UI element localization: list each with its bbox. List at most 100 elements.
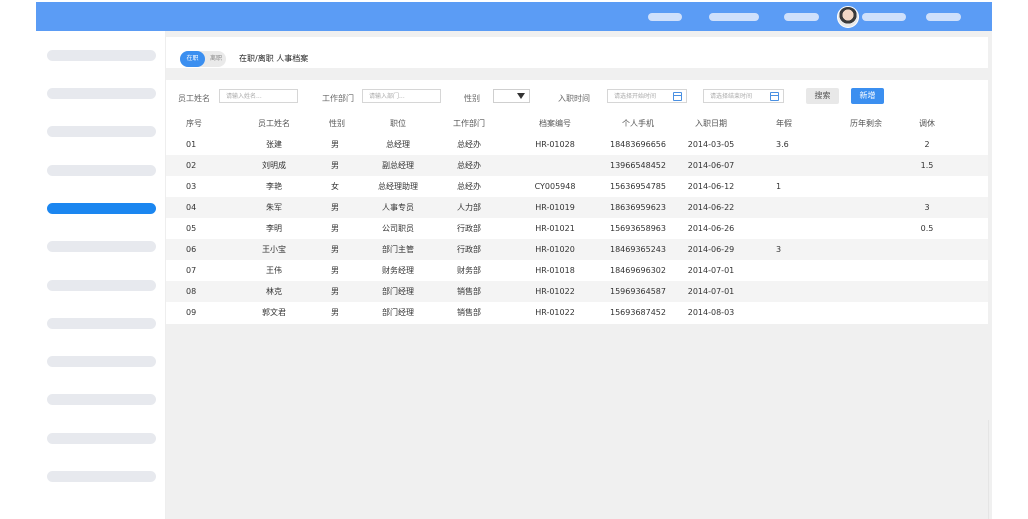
sidebar-item[interactable] <box>47 88 156 99</box>
table-row[interactable]: 03 李艳 女 总经理助理 总经办 CY005948 15636954785 2014-06-… <box>166 176 988 197</box>
table-row[interactable]: 02 刘明成 男 副总经理 总经办 13966548452 2014-06-07 1.5 <box>166 155 988 176</box>
table-cell: HR-01022 <box>535 308 575 317</box>
filter-bar: 员工姓名 请输入姓名... 工作部门 请输入部门... 性别 入职时间 请选择开… <box>166 80 988 114</box>
nav-placeholder-2[interactable] <box>709 13 759 21</box>
table-cell: 15636954785 <box>610 182 666 191</box>
table-cell: CY005948 <box>534 182 576 191</box>
table-cell: 人事专员 <box>382 203 414 212</box>
column-header[interactable]: 序号 <box>186 114 202 134</box>
toggle-off-label[interactable]: 离职 <box>207 51 225 67</box>
table-cell: 1.5 <box>920 161 934 170</box>
calendar-icon[interactable] <box>770 92 779 101</box>
table-cell: 18469365243 <box>610 245 666 254</box>
end-date-input[interactable]: 请选择结束时间 <box>703 89 784 103</box>
table-cell: 男 <box>331 266 339 275</box>
sidebar-item[interactable] <box>47 126 156 137</box>
table-cell: 男 <box>331 224 339 233</box>
column-header[interactable]: 年假 <box>776 114 792 134</box>
toggle-on-label[interactable]: 在职 <box>180 51 205 67</box>
top-bar <box>36 2 992 31</box>
table-cell: 2014-06-29 <box>687 245 735 254</box>
user-name-placeholder[interactable] <box>862 13 906 21</box>
column-header[interactable]: 职位 <box>373 114 423 134</box>
column-header[interactable]: 员工姓名 <box>254 114 294 134</box>
table-row[interactable]: 07 王伟 男 财务经理 财务部 HR-01018 18469696302 2014-07-0… <box>166 260 988 281</box>
table-cell: 张建 <box>266 140 282 149</box>
table-cell: 18636959623 <box>610 203 666 212</box>
dept-input[interactable]: 请输入部门... <box>362 89 441 103</box>
column-header[interactable]: 历年剩余 <box>841 114 891 134</box>
main-area: 在职 离职 在职/离职 人事档案 员工姓名 请输入姓名... 工作部门 请输入部… <box>166 31 992 519</box>
table-cell: 郭文君 <box>262 308 286 317</box>
sidebar-item[interactable] <box>47 165 156 176</box>
table-cell: 18469696302 <box>610 266 666 275</box>
table-cell: 总经理助理 <box>378 182 418 191</box>
add-button[interactable]: 新增 <box>851 88 884 104</box>
table-cell: 2 <box>924 140 930 149</box>
table-cell: 销售部 <box>457 308 481 317</box>
sidebar-item[interactable] <box>47 280 156 291</box>
breadcrumb-bar: 在职 离职 在职/离职 人事档案 <box>166 37 988 68</box>
sidebar-item[interactable] <box>47 471 156 482</box>
table-cell: 男 <box>331 140 339 149</box>
column-header[interactable]: 性别 <box>329 114 345 134</box>
content-panel: 员工姓名 请输入姓名... 工作部门 请输入部门... 性别 入职时间 请选择开… <box>166 80 988 324</box>
table-cell: 15693687452 <box>610 308 666 317</box>
column-header[interactable]: 入职日期 <box>681 114 741 134</box>
sidebar-item[interactable] <box>47 433 156 444</box>
table-row[interactable]: 04 朱军 男 人事专员 人力部 HR-01019 18636959623 2014-06-2… <box>166 197 988 218</box>
gender-select[interactable] <box>493 89 530 103</box>
column-header[interactable]: 个人手机 <box>603 114 673 134</box>
sidebar-item[interactable] <box>47 241 156 252</box>
table-cell: 09 <box>186 308 197 317</box>
table-row[interactable]: 06 王小宝 男 部门主管 行政部 HR-01020 18469365243 2014-06-… <box>166 239 988 260</box>
table-cell: 销售部 <box>457 287 481 296</box>
calendar-icon[interactable] <box>673 92 682 101</box>
start-date-input[interactable]: 请选择开始时间 <box>607 89 687 103</box>
table-cell: HR-01018 <box>535 266 575 275</box>
table-cell: HR-01019 <box>535 203 575 212</box>
table-cell: 3.6 <box>776 140 789 149</box>
table-cell: 02 <box>186 161 197 170</box>
table-cell: 2014-06-12 <box>687 182 735 191</box>
table-cell: 1 <box>776 182 782 191</box>
sidebar-item[interactable] <box>47 50 156 61</box>
table-cell: 07 <box>186 266 197 275</box>
user-avatar-icon[interactable] <box>837 6 859 28</box>
table-cell: 男 <box>331 245 339 254</box>
end-date-placeholder: 请选择结束时间 <box>710 93 753 100</box>
column-header[interactable]: 调休 <box>919 114 935 134</box>
sidebar-item[interactable] <box>47 394 156 405</box>
table-cell: 01 <box>186 140 197 149</box>
nav-placeholder-1[interactable] <box>648 13 682 21</box>
sidebar-item[interactable] <box>47 318 156 329</box>
table-cell: HR-01020 <box>535 245 575 254</box>
table-row[interactable]: 08 林克 男 部门经理 销售部 HR-01022 15969364587 2014-07-0… <box>166 281 988 302</box>
table-cell: 部门经理 <box>382 287 414 296</box>
table-row[interactable]: 01 张建 男 总经理 总经办 HR-01028 18483696656 2014-03-05… <box>166 134 988 155</box>
column-header[interactable]: 档案编号 <box>530 114 580 134</box>
name-input[interactable]: 请输入姓名... <box>219 89 298 103</box>
search-button[interactable]: 搜索 <box>806 88 839 104</box>
sidebar <box>36 31 166 519</box>
table-cell: 男 <box>331 203 339 212</box>
table-cell: 行政部 <box>457 224 481 233</box>
nav-placeholder-3[interactable] <box>784 13 819 21</box>
table-cell: 公司职员 <box>382 224 414 233</box>
table-row[interactable]: 09 郭文君 男 部门经理 销售部 HR-01022 15693687452 2014-08-… <box>166 302 988 323</box>
sidebar-item[interactable] <box>47 356 156 367</box>
table-cell: 财务部 <box>457 266 481 275</box>
table-cell: 15693658963 <box>610 224 666 233</box>
table-cell: 08 <box>186 287 197 296</box>
dept-label: 工作部门 <box>322 94 354 103</box>
column-header[interactable]: 工作部门 <box>449 114 489 134</box>
table-cell: 05 <box>186 224 197 233</box>
table-cell: 03 <box>186 182 197 191</box>
nav-placeholder-4[interactable] <box>926 13 961 21</box>
table-cell: 总经办 <box>457 161 481 170</box>
table-cell: 男 <box>331 308 339 317</box>
table-row[interactable]: 05 李明 男 公司职员 行政部 HR-01021 15693658963 2014-06-2… <box>166 218 988 239</box>
sidebar-item-active[interactable] <box>47 203 156 214</box>
table-cell: 15969364587 <box>610 287 666 296</box>
status-toggle[interactable]: 在职 离职 <box>180 51 226 67</box>
